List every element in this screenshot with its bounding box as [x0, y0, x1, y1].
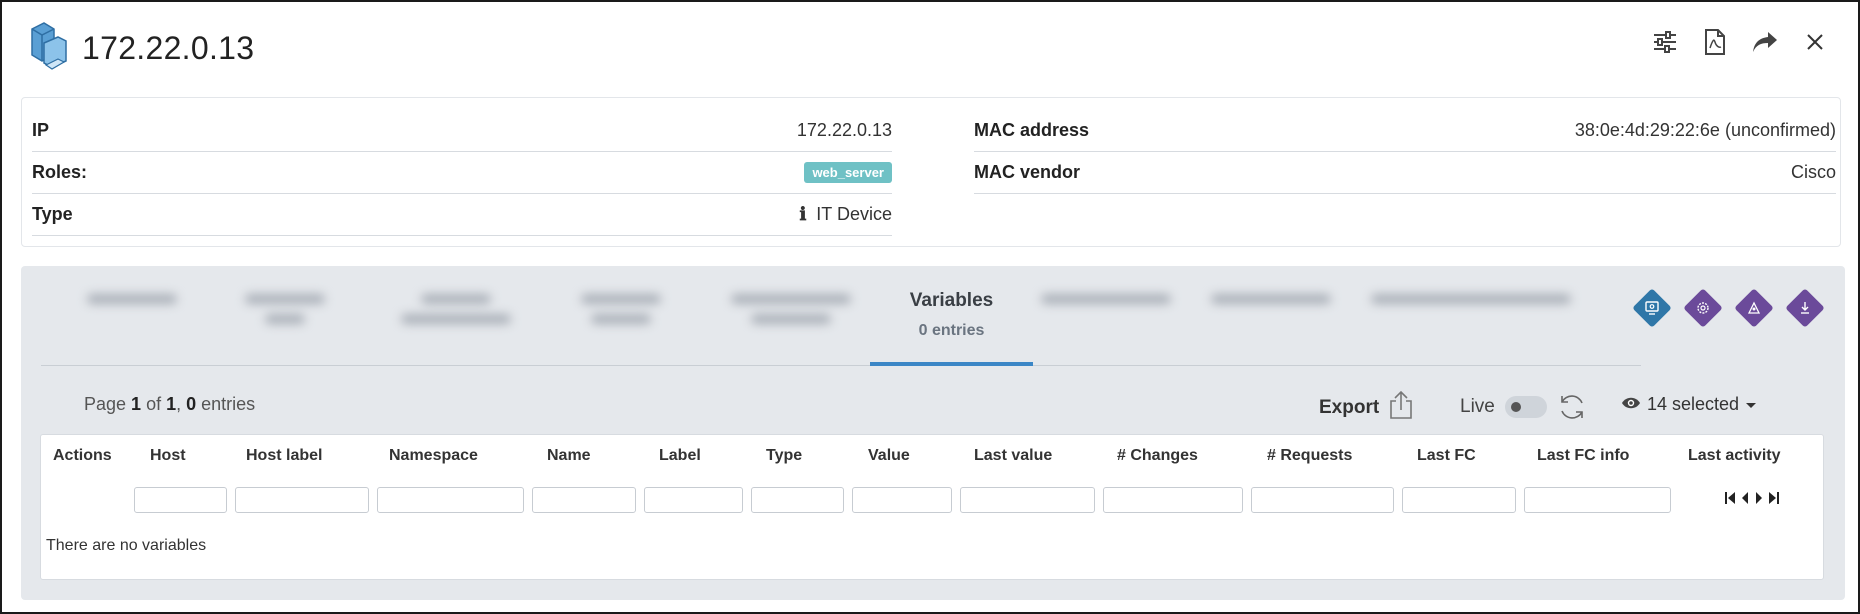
column-header[interactable]: Value	[868, 447, 910, 465]
info-label: IP	[32, 120, 50, 140]
pdf-icon[interactable]	[1690, 26, 1740, 58]
info-value: 38:0e:4d:29:22:6e (unconfirmed)	[1574, 120, 1836, 140]
info-label: MAC vendor	[974, 162, 1081, 182]
export-button[interactable]: Export	[1319, 390, 1413, 426]
close-icon[interactable]	[1790, 26, 1840, 58]
alert-action-icon[interactable]	[1785, 288, 1825, 328]
export-label: Export	[1319, 397, 1380, 418]
filter-type-input[interactable]	[751, 487, 844, 513]
column-header[interactable]: # Requests	[1267, 447, 1352, 465]
variables-table: Actions Host Host label Namespace Name L…	[40, 434, 1824, 580]
filters-icon[interactable]	[1640, 26, 1690, 58]
network-action-icon[interactable]	[1734, 288, 1774, 328]
device-info-card: IP 172.22.0.13 Roles: web_server Type ℹ …	[21, 97, 1841, 247]
filter-last-value-input[interactable]	[960, 487, 1095, 513]
live-toggle[interactable]	[1504, 396, 1547, 418]
action-diamonds	[1632, 288, 1825, 328]
column-header[interactable]: Label	[659, 447, 701, 465]
filter-host-input[interactable]	[134, 487, 227, 513]
column-header[interactable]: Last FC	[1417, 447, 1476, 465]
column-selector-dropdown[interactable]: 14 selected	[1621, 394, 1757, 415]
filter-changes-input[interactable]	[1103, 487, 1243, 513]
page-sep: ,	[176, 394, 187, 414]
filter-requests-input[interactable]	[1251, 487, 1394, 513]
info-row-mac: MAC address 38:0e:4d:29:22:6e (unconfirm…	[974, 110, 1836, 152]
page-header: 172.22.0.13	[28, 20, 254, 76]
info-label: MAC address	[974, 120, 1090, 140]
page-total: 1	[166, 394, 177, 414]
column-header[interactable]: Last value	[974, 447, 1052, 465]
tab-blurred[interactable]	[1211, 294, 1331, 338]
info-value: IT Device	[816, 204, 892, 224]
pagination-info: Page 1 of 1, 0 entries	[84, 394, 255, 415]
page-of: of	[141, 394, 167, 414]
info-row-type: Type ℹ IT Device	[32, 194, 892, 236]
info-value-wrap: ℹ IT Device	[799, 204, 892, 225]
page-prefix: Page	[84, 394, 132, 414]
next-page-icon[interactable]	[1754, 491, 1764, 505]
tab-blurred[interactable]	[401, 294, 511, 338]
live-label: Live	[1460, 396, 1495, 417]
tab-blurred[interactable]	[245, 294, 325, 338]
header-actions	[1640, 26, 1840, 58]
tab-blurred[interactable]	[1041, 294, 1171, 338]
column-header[interactable]: Host	[150, 447, 186, 465]
column-header[interactable]: Host label	[246, 447, 322, 465]
tab-label: Variables	[909, 290, 994, 311]
filter-last-fc-info-input[interactable]	[1524, 487, 1671, 513]
filter-host-label-input[interactable]	[235, 487, 369, 513]
window-frame: 172.22.0.13 IP 172.22.0.13 Roles: web_se…	[0, 0, 1860, 614]
filter-namespace-input[interactable]	[377, 487, 524, 513]
live-control: Live	[1460, 392, 1587, 422]
info-row-vendor: MAC vendor Cisco	[974, 152, 1836, 194]
upload-icon	[1389, 390, 1413, 426]
refresh-icon[interactable]	[1557, 392, 1587, 422]
last-page-icon[interactable]	[1768, 491, 1780, 505]
role-badge: web_server	[804, 162, 892, 183]
entries-count: 0	[186, 394, 197, 414]
monitor-action-icon[interactable]	[1632, 288, 1672, 328]
page-title: 172.22.0.13	[82, 29, 255, 66]
tab-variables[interactable]: Variables 0 entries	[870, 266, 1033, 366]
settings-action-icon[interactable]	[1683, 288, 1723, 328]
info-left-column: IP 172.22.0.13 Roles: web_server Type ℹ …	[32, 110, 892, 236]
filter-value-input[interactable]	[852, 487, 952, 513]
first-page-icon[interactable]	[1724, 491, 1736, 505]
pagination-controls	[1724, 491, 1780, 505]
info-label: Type	[32, 204, 73, 224]
filter-last-fc-input[interactable]	[1402, 487, 1516, 513]
info-right-column: MAC address 38:0e:4d:29:22:6e (unconfirm…	[974, 110, 1836, 194]
tab-blurred[interactable]	[731, 294, 851, 338]
info-value: Cisco	[1790, 162, 1836, 182]
tab-blurred[interactable]	[1371, 294, 1571, 338]
share-icon[interactable]	[1740, 26, 1790, 58]
tab-blurred[interactable]	[581, 294, 661, 338]
column-header[interactable]: Type	[766, 447, 802, 465]
tab-bar: Variables 0 entries	[41, 266, 1641, 366]
info-value: 172.22.0.13	[796, 120, 892, 140]
info-icon: ℹ	[799, 204, 807, 225]
tab-count: 0 entries	[918, 322, 985, 339]
prev-page-icon[interactable]	[1740, 491, 1750, 505]
tab-blurred[interactable]	[87, 294, 177, 338]
entries-suffix: entries	[196, 394, 256, 414]
page-current: 1	[131, 394, 142, 414]
info-row-roles: Roles: web_server	[32, 152, 892, 194]
network-device-icon	[28, 21, 68, 76]
selected-label: 14 selected	[1647, 394, 1740, 414]
column-header[interactable]: Actions	[53, 447, 112, 465]
column-header[interactable]: Last FC info	[1537, 447, 1629, 465]
caret-down-icon	[1745, 394, 1757, 415]
filter-name-input[interactable]	[532, 487, 636, 513]
details-panel: Variables 0 entries Page 1 of 1, 0 entri…	[21, 266, 1845, 600]
filter-label-input[interactable]	[644, 487, 743, 513]
column-header[interactable]: Name	[547, 447, 591, 465]
info-row-ip: IP 172.22.0.13	[32, 110, 892, 152]
eye-icon	[1621, 394, 1641, 415]
empty-table-message: There are no variables	[46, 537, 207, 554]
column-header[interactable]: Last activity	[1688, 447, 1780, 465]
column-header[interactable]: # Changes	[1117, 447, 1198, 465]
column-header[interactable]: Namespace	[389, 447, 478, 465]
info-label: Roles:	[32, 162, 88, 182]
